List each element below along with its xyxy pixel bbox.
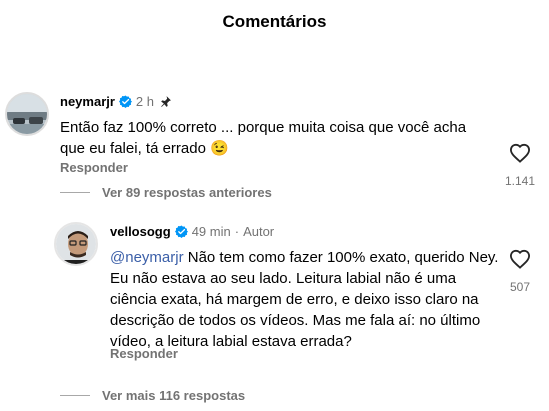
author-badge: Autor: [243, 224, 275, 239]
view-previous-label: Ver 89 respostas anteriores: [102, 185, 272, 200]
view-more-label: Ver mais 116 respostas: [102, 388, 246, 403]
comment-text: Então faz 100% correto ... porque muita …: [60, 119, 467, 157]
avatar-vellosogg[interactable]: [54, 222, 98, 266]
divider-line: [60, 192, 90, 193]
verified-badge-icon: [118, 95, 132, 108]
like-group: 1.141: [500, 143, 540, 188]
reply-text: @neymarjr Não tem como fazer 100% exato,…: [110, 247, 505, 352]
meta-separator: ·: [234, 224, 240, 239]
like-group: 507: [500, 249, 540, 294]
verified-badge-icon: [174, 225, 188, 238]
pin-icon: [161, 96, 171, 107]
reply-button[interactable]: Responder: [110, 346, 178, 361]
heart-icon[interactable]: [509, 143, 531, 163]
comment-header: neymarjr 2 h: [60, 94, 172, 109]
username[interactable]: vellosogg: [110, 224, 171, 239]
comment-time: 2 h: [135, 94, 154, 109]
mention-link[interactable]: @neymarjr: [110, 249, 184, 266]
avatar-neymarjr[interactable]: [5, 92, 49, 136]
reply-time: 49 min: [191, 224, 231, 239]
page-title: Comentários: [222, 12, 327, 31]
username[interactable]: neymarjr: [60, 94, 115, 109]
like-count: 1.141: [504, 174, 536, 188]
view-previous-replies[interactable]: Ver 89 respostas anteriores: [60, 185, 272, 200]
view-more-replies[interactable]: Ver mais 116 respostas: [60, 388, 245, 403]
like-count: 507: [509, 280, 531, 294]
heart-icon[interactable]: [509, 249, 531, 269]
reply-button[interactable]: Responder: [60, 160, 128, 175]
reply-header: vellosogg 49 min · Autor: [110, 224, 274, 239]
divider-line: [60, 395, 90, 396]
